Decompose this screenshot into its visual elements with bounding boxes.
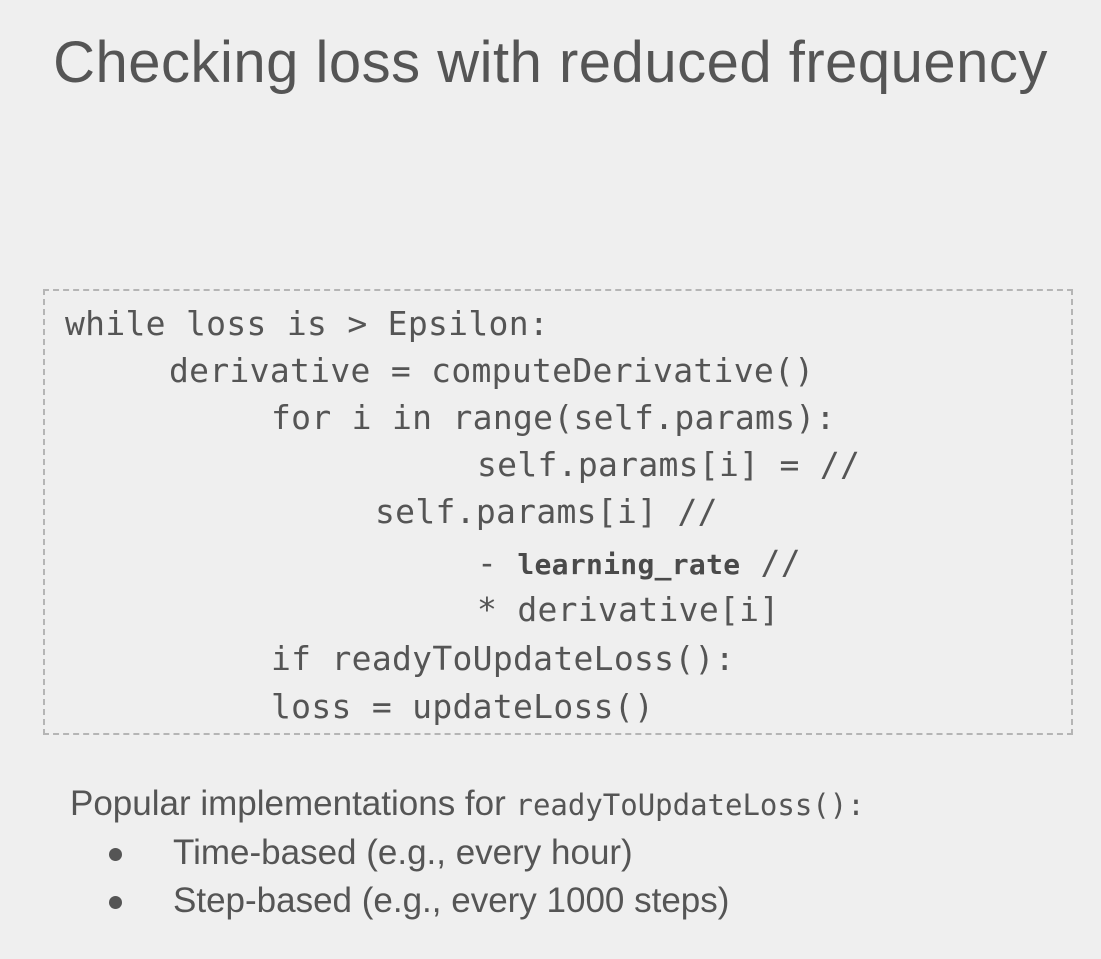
code-line: for i in range(self.params): [271,398,836,437]
code-line: derivative = computeDerivative() [169,351,815,390]
code-fragment: // [740,543,801,582]
list-item: Step-based (e.g., every 1000 steps) [70,877,1070,925]
bullet-icon [109,848,122,861]
code-fragment-bold: learning_rate [517,548,741,581]
list-item-text: Time-based (e.g., every hour) [173,833,633,872]
notes-heading-code: readyToUpdateLoss(): [515,788,865,822]
notes-heading-text: Popular implementations for [70,784,516,823]
code-line: loss = updateLoss() [271,687,655,726]
code-line: self.params[i] = // [477,445,861,484]
notes-section: Popular implementations for readyToUpdat… [70,780,1070,925]
code-block: while loss is > Epsilon: derivative = co… [43,289,1073,735]
code-line: * derivative[i] [477,590,780,629]
code-line: while loss is > Epsilon: [65,304,550,343]
notes-heading: Popular implementations for readyToUpdat… [70,780,1070,829]
slide-title: Checking loss with reduced frequency [0,18,1101,108]
bullet-icon [109,896,122,909]
list-item: Time-based (e.g., every hour) [70,829,1070,877]
code-line: - learning_rate // [477,542,801,586]
code-fragment: - [477,543,518,582]
slide-title-text: Checking loss with reduced frequency [53,30,1048,95]
bullet-list: Time-based (e.g., every hour) Step-based… [70,829,1070,925]
code-line: self.params[i] // [375,492,718,531]
list-item-text: Step-based (e.g., every 1000 steps) [173,881,730,920]
code-line: if readyToUpdateLoss(): [271,639,735,678]
